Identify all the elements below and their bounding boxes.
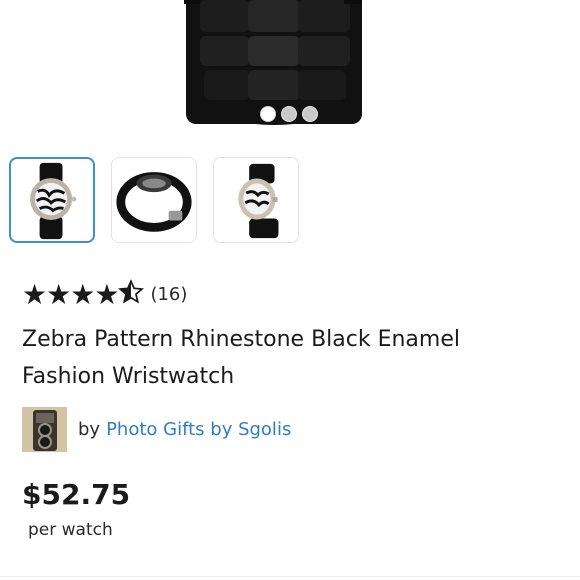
watch-back-thumb <box>116 172 192 232</box>
carousel-dot-1[interactable] <box>260 106 276 122</box>
product-main-image[interactable] <box>0 0 580 140</box>
vintage-camera-icon <box>22 407 67 452</box>
seller-avatar[interactable] <box>22 407 67 452</box>
watch-front-thumb <box>30 162 77 240</box>
watch-angle-thumb <box>238 163 279 239</box>
carousel-dot-2[interactable] <box>281 106 297 122</box>
divider <box>0 576 580 577</box>
thumbnail-2[interactable] <box>111 157 197 243</box>
product-price: $52.75 <box>22 478 131 511</box>
thumbnail-strip <box>9 157 299 243</box>
seller-prefix: by <box>78 419 101 440</box>
thumbnail-1[interactable] <box>9 157 95 243</box>
star-icon: ★ <box>70 277 95 311</box>
star-icon: ★ <box>46 277 71 311</box>
rating-summary[interactable]: ★ ★ ★ ★ (16) <box>22 279 187 310</box>
star-icon: ★ <box>22 277 47 311</box>
carousel-dot-3[interactable] <box>302 106 318 122</box>
star-half-icon <box>118 279 145 310</box>
star-icon: ★ <box>94 277 119 311</box>
product-title: Zebra Pattern Rhinestone Black Enamel Fa… <box>22 327 460 389</box>
carousel-indicators[interactable] <box>260 106 318 122</box>
seller-info: by Photo Gifts by Sgolis <box>22 407 291 452</box>
price-unit: per watch <box>28 520 113 540</box>
thumbnail-3[interactable] <box>213 157 299 243</box>
rating-count[interactable]: (16) <box>150 284 187 305</box>
seller-name-link[interactable]: Photo Gifts by Sgolis <box>106 419 291 440</box>
